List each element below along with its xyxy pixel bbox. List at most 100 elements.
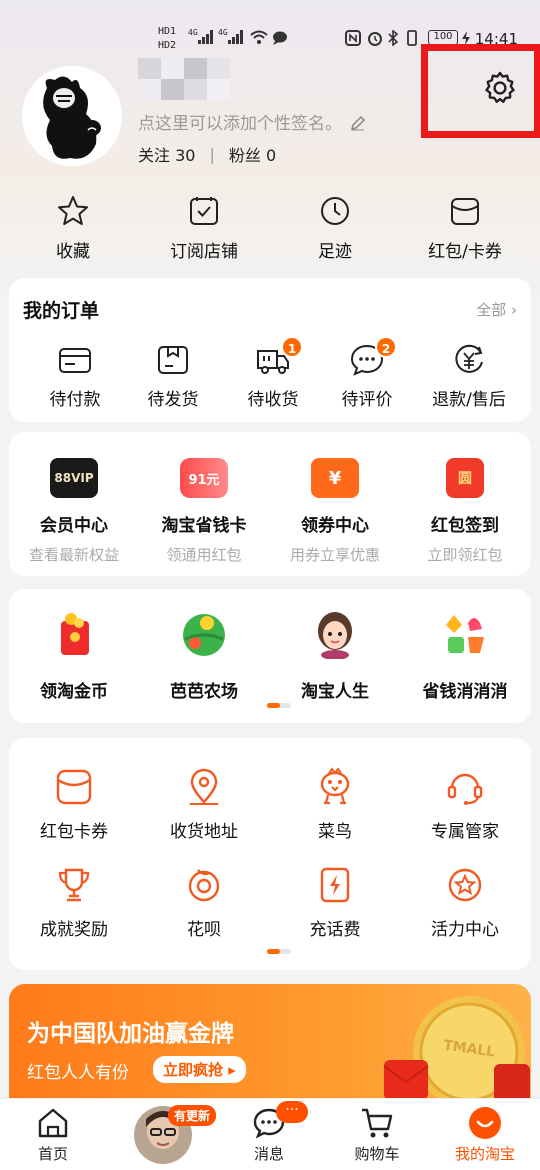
cart-icon	[362, 1108, 393, 1138]
order-pending-shipment[interactable]: 待发货	[125, 342, 221, 410]
order-pending-review[interactable]: 待评价 2	[319, 336, 415, 410]
alarm-icon	[368, 32, 382, 46]
vip-item-subtitle: 领通用红包	[166, 546, 242, 564]
gear-icon[interactable]	[482, 70, 518, 106]
quick-link-label: 收藏	[56, 242, 90, 262]
order-refund-aftersales[interactable]: 退款/售后	[417, 342, 521, 410]
fans-count: 0	[265, 146, 277, 165]
clock-icon	[321, 197, 349, 225]
refund-icon	[455, 344, 483, 373]
service-vitality-center[interactable]: 活力中心	[400, 864, 530, 940]
tab-my-taobao[interactable]: 我的淘宝	[440, 1105, 530, 1164]
games-card: 领淘金币 芭芭农场 淘宝人生 省钱消消消	[9, 589, 531, 723]
following-label: 关注	[138, 146, 171, 165]
tab-label: 首页	[37, 1145, 68, 1163]
tab-label: 我的淘宝	[454, 1145, 515, 1163]
avatar[interactable]	[22, 66, 122, 166]
yuan-coupon-icon: ¥	[311, 458, 359, 498]
vip-item-title: 红包签到	[431, 516, 499, 536]
avatar-image	[22, 66, 122, 166]
settings-highlight-box	[421, 44, 540, 138]
signal-icon-2	[228, 30, 243, 44]
orders-view-all-link[interactable]: 全部 ›	[476, 299, 517, 320]
game-gold-coins[interactable]: 领淘金币	[9, 609, 139, 702]
vip-item-title: 淘宝省钱卡	[161, 516, 247, 536]
order-pending-receipt[interactable]: 待收货 1	[225, 336, 321, 410]
service-address[interactable]: 收货地址	[139, 766, 269, 842]
banner-subtitle: 红包人人有份	[27, 1063, 129, 1083]
service-achievements[interactable]: 成就奖励	[9, 864, 139, 940]
tab-label: 购物车	[354, 1145, 400, 1163]
service-phone-recharge[interactable]: 充话费	[270, 864, 400, 940]
vip-item-subtitle: 立即领红包	[427, 546, 503, 564]
quick-link-label: 订阅店铺	[170, 242, 238, 262]
order-pending-payment[interactable]: 待付款	[27, 342, 123, 410]
game-label: 淘宝人生	[301, 682, 369, 702]
quick-link-favorites[interactable]: 收藏	[18, 194, 128, 262]
tab-feed[interactable]: 有更新	[118, 1105, 217, 1165]
vip-item-title: 会员中心	[40, 516, 108, 536]
chat-bubble-icon	[273, 31, 287, 45]
cartoon-girl-icon	[318, 612, 352, 660]
tab-messages[interactable]: 消息 ···	[224, 1101, 314, 1164]
order-label: 待收货	[247, 390, 299, 410]
pencil-icon	[351, 115, 366, 131]
service-coupons[interactable]: 红包卡券	[9, 766, 139, 842]
review-count-badge: 2	[375, 336, 397, 358]
promo-banner[interactable]: 为中国队加油赢金牌 红包人人有份 立即疯抢 ▸ TMALL	[9, 984, 531, 1114]
service-label: 收货地址	[170, 822, 238, 842]
star-circle-icon	[448, 868, 482, 902]
game-label: 省钱消消消	[422, 682, 508, 702]
signal-icon	[198, 30, 213, 44]
nfc-icon	[345, 30, 361, 46]
nickname-mosaic	[138, 58, 230, 100]
taobao-savings-card[interactable]: 91元 淘宝省钱卡 领通用红包	[139, 458, 269, 565]
savings-card-icon: 91元	[180, 458, 228, 498]
coupon-center[interactable]: ¥ 领券中心 用券立享优惠	[270, 458, 400, 565]
vibrate-icon	[407, 30, 417, 46]
battery-indicator: 100	[428, 30, 458, 45]
headset-icon	[447, 773, 483, 805]
bottom-tab-bar: 首页 有更新 消息 ··· 购物车 我的淘宝	[0, 1098, 540, 1170]
order-label: 待发货	[147, 390, 199, 410]
quick-link-footprints[interactable]: 足迹	[280, 194, 390, 262]
follow-stats: 关注 30 | 粉丝 0	[138, 142, 276, 166]
box-icon	[158, 346, 188, 374]
member-center[interactable]: 88VIP 会员中心 查看最新权益	[9, 458, 139, 565]
game-baba-farm[interactable]: 芭芭农场	[139, 609, 269, 702]
service-label: 红包卡券	[40, 822, 108, 842]
services-card: 红包卡券 收货地址 菜鸟 专属管家 成就奖励 花呗 充话费 活力中心	[9, 738, 531, 970]
following-count: 30	[175, 146, 196, 165]
quick-link-coupons[interactable]: 红包/卡券	[410, 194, 520, 262]
star-icon	[58, 196, 88, 225]
quick-link-subscribed-shops[interactable]: 订阅店铺	[149, 194, 259, 262]
coupon-icon	[56, 769, 92, 805]
quick-link-label: 足迹	[318, 242, 352, 262]
banner-title: 为中国队加油赢金牌	[27, 1021, 234, 1047]
tab-home[interactable]: 首页	[8, 1105, 98, 1164]
tab-cart[interactable]: 购物车	[332, 1105, 422, 1164]
banner-cta-button[interactable]: 立即疯抢 ▸	[153, 1056, 246, 1083]
order-label: 待评价	[341, 390, 393, 410]
red-packet-checkin[interactable]: 圆 红包签到 立即领红包	[400, 458, 530, 565]
service-label: 成就奖励	[40, 920, 108, 940]
vip-item-subtitle: 用券立享优惠	[289, 546, 380, 564]
signature-placeholder[interactable]: 点这里可以添加个性签名。	[138, 109, 366, 134]
vip-item-title: 领券中心	[301, 516, 369, 536]
service-cainiao[interactable]: 菜鸟	[270, 766, 400, 842]
game-label: 芭芭农场	[170, 682, 238, 702]
fans-label: 粉丝	[228, 146, 261, 165]
service-steward[interactable]: 专属管家	[400, 766, 530, 842]
order-label: 待付款	[49, 390, 101, 410]
fans-stat[interactable]: 粉丝 0	[229, 142, 276, 166]
game-taobao-life[interactable]: 淘宝人生	[270, 609, 400, 702]
orders-title: 我的订单	[23, 300, 100, 322]
farm-globe-icon	[183, 614, 225, 656]
wifi-icon	[250, 30, 268, 44]
following-stat[interactable]: 关注 30	[138, 142, 195, 166]
bluetooth-icon	[388, 30, 398, 46]
service-huabei[interactable]: 花呗	[139, 864, 269, 940]
sim1-indicator: HD1	[158, 26, 177, 37]
checkbox-icon	[190, 197, 218, 225]
game-match-three[interactable]: 省钱消消消	[400, 609, 530, 702]
